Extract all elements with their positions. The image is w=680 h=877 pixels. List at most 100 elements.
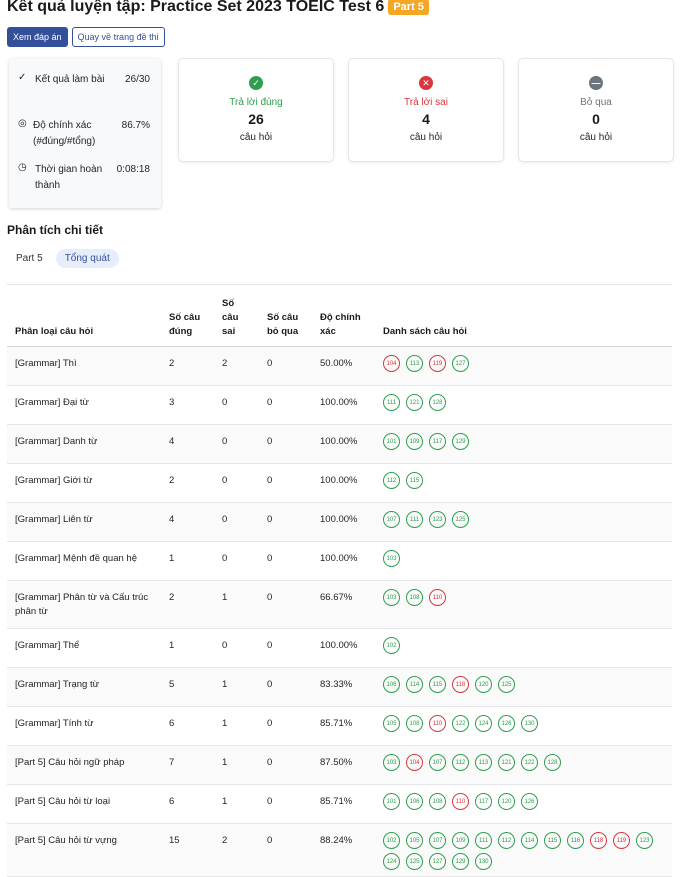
x-circle-icon: ✕ xyxy=(419,76,433,90)
question-badge[interactable]: 128 xyxy=(544,754,561,771)
view-answers-button[interactable]: Xem đáp án xyxy=(7,27,68,47)
question-badge[interactable]: 109 xyxy=(452,832,469,849)
question-badge[interactable]: 130 xyxy=(475,853,492,870)
question-badge[interactable]: 108 xyxy=(406,589,423,606)
question-list: 103 108 110 xyxy=(383,589,672,606)
question-badge[interactable]: 125 xyxy=(452,511,469,528)
question-badge[interactable]: 117 xyxy=(429,433,446,450)
question-badge[interactable]: 116 xyxy=(567,832,584,849)
question-badge[interactable]: 108 xyxy=(406,715,423,732)
accuracy-cell: 88.24% xyxy=(320,835,353,846)
stat-value: 4 xyxy=(422,111,430,127)
question-list: 103 xyxy=(383,550,672,567)
table-row: [Grammar] Danh từ 4 0 0 100.00% 101 109 117 129 xyxy=(7,425,672,464)
question-badge[interactable]: 126 xyxy=(521,793,538,810)
question-badge[interactable]: 111 xyxy=(383,394,400,411)
question-badge[interactable]: 112 xyxy=(498,832,515,849)
question-badge[interactable]: 109 xyxy=(406,433,423,450)
question-badge[interactable]: 101 xyxy=(383,793,400,810)
question-badge[interactable]: 103 xyxy=(383,754,400,771)
question-badge[interactable]: 101 xyxy=(383,433,400,450)
question-badge[interactable]: 112 xyxy=(452,754,469,771)
summary-value: 26/30 xyxy=(124,74,150,85)
question-badge[interactable]: 120 xyxy=(498,793,515,810)
question-badge[interactable]: 114 xyxy=(521,832,538,849)
question-badge[interactable]: 119 xyxy=(429,355,446,372)
question-badge[interactable]: 108 xyxy=(429,793,446,810)
stat-card: — Bỏ qua 0 câu hỏi xyxy=(518,58,674,162)
question-badge[interactable]: 130 xyxy=(521,715,538,732)
wrong-cell: 1 xyxy=(222,679,228,690)
question-badge[interactable]: 122 xyxy=(521,754,538,771)
question-badge[interactable]: 113 xyxy=(475,754,492,771)
question-badge[interactable]: 118 xyxy=(452,676,469,693)
tab-overview[interactable]: Tổng quát xyxy=(55,249,119,268)
question-badge[interactable]: 102 xyxy=(383,637,400,654)
question-badge[interactable]: 107 xyxy=(383,511,400,528)
category-cell: [Grammar] Đại từ xyxy=(15,397,89,408)
question-badge[interactable]: 125 xyxy=(498,676,515,693)
question-badge[interactable]: 106 xyxy=(383,676,400,693)
question-badge[interactable]: 129 xyxy=(452,853,469,870)
question-badge[interactable]: 118 xyxy=(590,832,607,849)
question-badge[interactable]: 110 xyxy=(429,589,446,606)
question-badge[interactable]: 121 xyxy=(406,394,423,411)
accuracy-cell: 100.00% xyxy=(320,514,358,525)
wrong-cell: 0 xyxy=(222,397,228,408)
question-badge[interactable]: 121 xyxy=(498,754,515,771)
question-badge[interactable]: 113 xyxy=(406,355,423,372)
check-icon: ✓ xyxy=(18,72,27,83)
question-badge[interactable]: 122 xyxy=(452,715,469,732)
question-badge[interactable]: 104 xyxy=(383,355,400,372)
question-badge[interactable]: 104 xyxy=(406,754,423,771)
skipped-cell: 0 xyxy=(267,640,273,651)
question-badge[interactable]: 117 xyxy=(475,793,492,810)
header-wrong: Số câu sai xyxy=(222,298,239,337)
question-badge[interactable]: 119 xyxy=(613,832,630,849)
question-badge[interactable]: 102 xyxy=(383,832,400,849)
correct-cell: 3 xyxy=(169,397,175,408)
question-badge[interactable]: 115 xyxy=(406,472,423,489)
table-row: [Grammar] Phân từ và Cấu trúc phân từ 2 1 0… xyxy=(7,581,672,629)
question-badge[interactable]: 115 xyxy=(429,676,446,693)
question-badge[interactable]: 105 xyxy=(406,832,423,849)
question-badge[interactable]: 107 xyxy=(429,832,446,849)
question-badge[interactable]: 129 xyxy=(452,433,469,450)
tab-part-5[interactable]: Part 5 xyxy=(7,249,52,268)
summary-label: Kết quả làm bài xyxy=(35,74,105,85)
question-badge[interactable]: 128 xyxy=(429,394,446,411)
question-badge[interactable]: 107 xyxy=(429,754,446,771)
question-badge[interactable]: 111 xyxy=(475,832,492,849)
question-badge[interactable]: 110 xyxy=(429,715,446,732)
minus-circle-icon: — xyxy=(589,76,603,90)
question-badge[interactable]: 103 xyxy=(383,589,400,606)
question-badge[interactable]: 114 xyxy=(406,676,423,693)
table-row: [Grammar] Thì 2 2 0 50.00% 104 113 119 127 xyxy=(7,347,672,386)
question-badge[interactable]: 112 xyxy=(383,472,400,489)
question-badge[interactable]: 120 xyxy=(475,676,492,693)
question-badge[interactable]: 124 xyxy=(475,715,492,732)
question-badge[interactable]: 103 xyxy=(383,550,400,567)
category-cell: [Grammar] Giới từ xyxy=(15,475,93,486)
wrong-cell: 1 xyxy=(222,796,228,807)
category-cell: [Grammar] Liên từ xyxy=(15,514,93,525)
accuracy-cell: 100.00% xyxy=(320,436,358,447)
question-badge[interactable]: 105 xyxy=(383,715,400,732)
question-badge[interactable]: 106 xyxy=(406,793,423,810)
stat-card: ✓ Trả lời đúng 26 câu hỏi xyxy=(178,58,334,162)
question-badge[interactable]: 125 xyxy=(406,853,423,870)
question-badge[interactable]: 115 xyxy=(544,832,561,849)
question-badge[interactable]: 127 xyxy=(429,853,446,870)
question-badge[interactable]: 123 xyxy=(636,832,653,849)
question-badge[interactable]: 124 xyxy=(383,853,400,870)
skipped-cell: 0 xyxy=(267,835,273,846)
skipped-cell: 0 xyxy=(267,718,273,729)
question-badge[interactable]: 110 xyxy=(452,793,469,810)
question-badge[interactable]: 126 xyxy=(498,715,515,732)
back-to-test-button[interactable]: Quay về trang đề thi xyxy=(71,27,165,47)
question-badge[interactable]: 127 xyxy=(452,355,469,372)
question-badge[interactable]: 111 xyxy=(406,511,423,528)
stat-label: Trả lời sai xyxy=(404,97,448,108)
section-title: Phân tích chi tiết xyxy=(7,223,104,237)
question-badge[interactable]: 123 xyxy=(429,511,446,528)
